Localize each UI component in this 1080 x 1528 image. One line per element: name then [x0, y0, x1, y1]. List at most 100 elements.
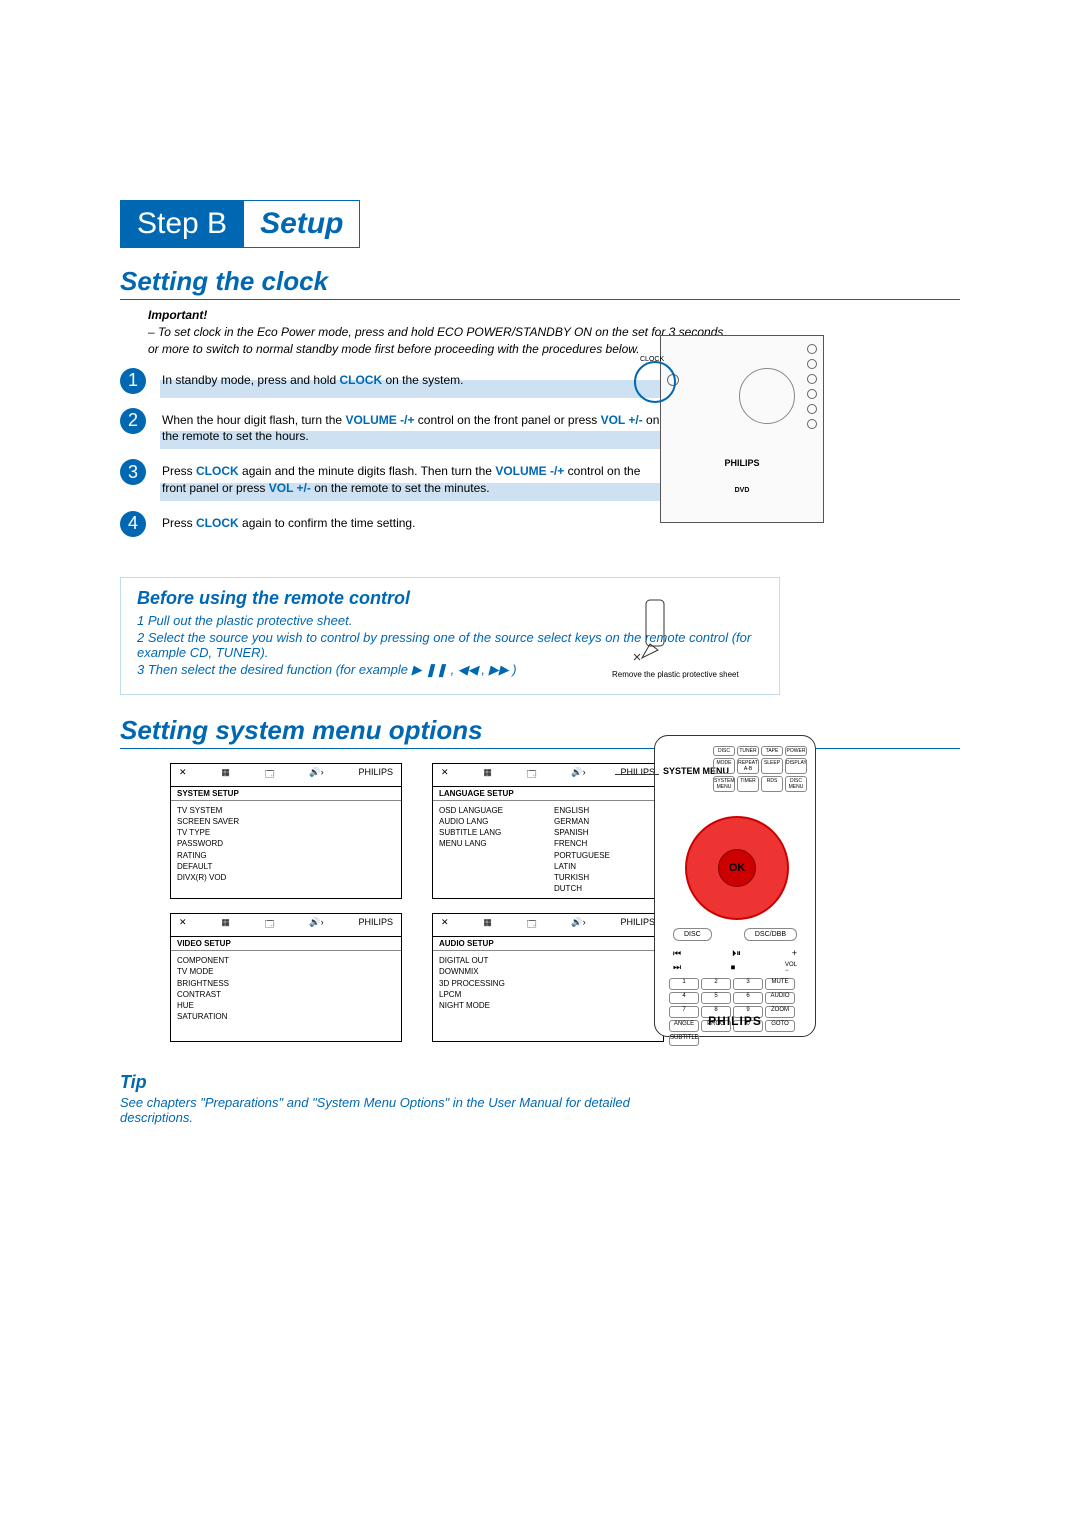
remote-top-btn: DISPLAY: [785, 758, 807, 774]
step-3: 3 Press CLOCK again and the minute digit…: [120, 459, 960, 497]
menu-item: SUBTITLE LANG: [439, 827, 542, 838]
rule-2: [120, 748, 960, 749]
vol-label: VOL−: [785, 962, 797, 974]
menu-item: TV TYPE: [177, 827, 280, 838]
menu-box: ✕▦🗔🔊›PHILIPSLANGUAGE SETUPOSD LANGUAGEAU…: [432, 763, 664, 900]
s2-kw: VOLUME -/+: [345, 413, 414, 427]
menu-item: DOWNMIX: [439, 966, 542, 977]
transport-row-2: ⏭ ⏹ VOL−: [673, 962, 797, 974]
remote-top-btn: MODE: [713, 758, 735, 774]
important-label: Important!: [148, 308, 960, 322]
menu-box: ✕▦🗔🔊›PHILIPSVIDEO SETUPCOMPONENTTV MODEB…: [170, 913, 402, 1042]
menu-item: PASSWORD: [177, 838, 280, 849]
menu-item: CONTRAST: [177, 989, 280, 1000]
menu-title: AUDIO SETUP: [433, 937, 663, 951]
numpad-btn: 4: [669, 992, 699, 1004]
menu-item: LATIN: [554, 861, 657, 872]
menu-item: GERMAN: [554, 816, 657, 827]
menu-header-icon: ▦: [221, 917, 230, 933]
remote-top-btn: DISC MENU: [785, 776, 807, 792]
remote-top-buttons: DISCTUNERTAPEPOWERMODEREPEAT A-BSLEEPDIS…: [713, 746, 807, 792]
menu-item: DIVX(R) VOD: [177, 872, 280, 883]
menu-item: TV SYSTEM: [177, 805, 280, 816]
menu-item: LPCM: [439, 989, 542, 1000]
transport-row: ⏮ ⏵⏸ +: [673, 948, 797, 959]
play-icon: ⏵⏸: [732, 948, 741, 959]
numpad-btn: MUTE: [765, 978, 795, 990]
menu-title: SYSTEM SETUP: [171, 787, 401, 801]
numpad-btn: SUBTITLE: [669, 1034, 699, 1046]
s1-kw: CLOCK: [339, 373, 382, 387]
menu-item: PORTUGUESE: [554, 850, 657, 861]
menu-header-icon: 🗔: [527, 917, 537, 933]
remote-top-btn: RDS: [761, 776, 783, 792]
menu-item: OSD LANGUAGE: [439, 805, 542, 816]
menu-item: DUTCH: [554, 883, 657, 894]
remote-top-btn: SYSTEM MENU: [713, 776, 735, 792]
device-front-panel: PHILIPS DVD: [660, 335, 824, 523]
system-menu-title: Setting system menu options: [120, 715, 960, 746]
step-1: 1 In standby mode, press and hold CLOCK …: [120, 368, 960, 394]
remote-top-btn: POWER: [785, 746, 807, 756]
disc-button: DISC: [673, 928, 712, 941]
step-2: 2 When the hour digit flash, turn the VO…: [120, 408, 960, 446]
menu-header-icon: 🔊›: [571, 917, 585, 933]
step-4: 4 Press CLOCK again to confirm the time …: [120, 511, 960, 537]
menu-item: DIGITAL OUT: [439, 955, 542, 966]
clock-highlight-circle-icon: [634, 361, 676, 403]
s2-kw2: VOL +/-: [601, 413, 643, 427]
menu-header-icon: 🔊›: [309, 767, 323, 783]
remote-top-btn: REPEAT A-B: [737, 758, 759, 774]
menu-item: SPANISH: [554, 827, 657, 838]
s3-post: on the remote to set the minutes.: [311, 481, 490, 495]
s4-pre: Press: [162, 516, 196, 530]
menu-item: RATING: [177, 850, 280, 861]
menu-header-icon: ▦: [483, 767, 492, 783]
menu-header-icon: 🗔: [265, 917, 275, 933]
menu-header-icon: ✕: [441, 917, 449, 933]
protective-sheet-illustration: Remove the plastic protective sheet: [622, 594, 692, 664]
nav-pad-icon: OK: [685, 816, 789, 920]
callout-line: [615, 774, 659, 775]
menu-box: ✕▦🗔🔊›PHILIPSAUDIO SETUPDIGITAL OUTDOWNMI…: [432, 913, 664, 1042]
menu-item: MENU LANG: [439, 838, 542, 849]
menu-header-icon: 🗔: [265, 767, 275, 783]
menu-header-icon: 🔊›: [571, 767, 585, 783]
step-number-4: 4: [120, 511, 146, 537]
ok-button: OK: [718, 849, 756, 887]
numpad-btn: 2: [701, 978, 731, 990]
s3-pre: Press: [162, 464, 196, 478]
menu-item: AUDIO LANG: [439, 816, 542, 827]
rule: [120, 299, 960, 300]
remote-control-illustration: SYSTEM MENU DISCTUNERTAPEPOWERMODEREPEAT…: [654, 735, 816, 1037]
remote-brand: PHILIPS: [655, 1014, 815, 1028]
device-buttons: [807, 344, 817, 429]
menu-header-icon: ▦: [221, 767, 230, 783]
step-number-2: 2: [120, 408, 146, 434]
menu-item: DEFAULT: [177, 861, 280, 872]
remote-mid-buttons: DISC DSC/DBB: [673, 928, 797, 941]
s4-kw: CLOCK: [196, 516, 239, 530]
menu-item: COMPONENT: [177, 955, 280, 966]
menu-item: 3D PROCESSING: [439, 978, 542, 989]
numpad-btn: 6: [733, 992, 763, 1004]
s1-post: on the system.: [382, 373, 463, 387]
clock-label: CLOCK: [640, 356, 664, 363]
tip-section: Tip See chapters "Preparations" and "Sys…: [120, 1072, 960, 1125]
s3-mid: again and the minute digits flash. Then …: [239, 464, 496, 478]
s3-kw: CLOCK: [196, 464, 239, 478]
menu-item: TURKISH: [554, 872, 657, 883]
s3-kw2: VOLUME -/+: [495, 464, 564, 478]
menu-item: BRIGHTNESS: [177, 978, 280, 989]
s4-post: again to confirm the time setting.: [239, 516, 416, 530]
numpad-btn: 3: [733, 978, 763, 990]
step-number-3: 3: [120, 459, 146, 485]
remote-top-btn: DISC: [713, 746, 735, 756]
s1-pre: In standby mode, press and hold: [162, 373, 339, 387]
s2-pre: When the hour digit flash, turn the: [162, 413, 345, 427]
menu-item: SCREEN SAVER: [177, 816, 280, 827]
device-dvd: DVD: [661, 487, 823, 494]
numpad-btn: AUDIO: [765, 992, 795, 1004]
setup-label: Setup: [244, 200, 360, 248]
menu-header-icon: PHILIPS: [620, 917, 655, 933]
